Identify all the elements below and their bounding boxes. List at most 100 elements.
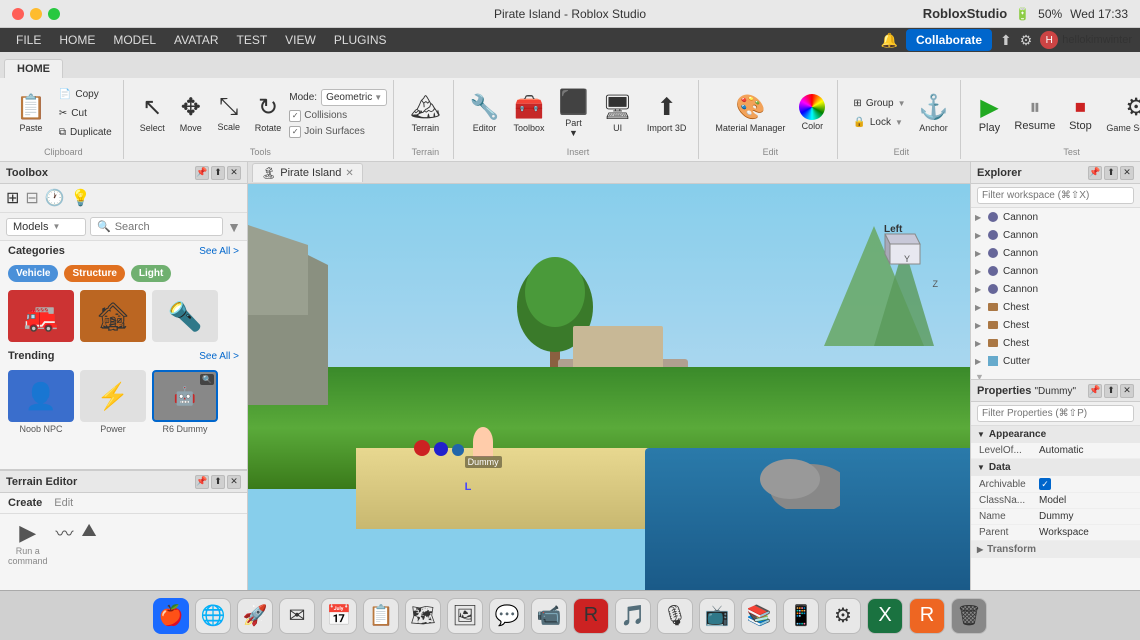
see-all-trending[interactable]: See All > — [199, 351, 239, 362]
list-item[interactable]: ▶ Chest — [971, 298, 1140, 316]
appearance-section[interactable]: ▼ Appearance — [971, 426, 1140, 443]
taskbar-appstore[interactable]: 📱 — [783, 598, 819, 634]
search-input[interactable] — [115, 221, 216, 233]
mode-dropdown[interactable]: Geometric ▼ — [321, 89, 387, 106]
menu-avatar[interactable]: AVATAR — [166, 31, 226, 49]
view-indicator[interactable]: Left — [870, 214, 930, 274]
data-section[interactable]: ▼ Data — [971, 459, 1140, 476]
transform-section[interactable]: ▶ Transform — [971, 541, 1140, 558]
asset-noob-npc[interactable]: 👤 Noob NPC — [8, 370, 74, 434]
taskbar-finder[interactable]: 🍎 — [153, 598, 189, 634]
menu-test[interactable]: TEST — [228, 31, 275, 49]
taskbar-tv[interactable]: 📺 — [699, 598, 735, 634]
category-light[interactable]: Light — [131, 265, 171, 282]
list-item[interactable]: ▶ Cannon — [971, 244, 1140, 262]
models-dropdown[interactable]: Models ▼ — [6, 218, 86, 236]
taskbar-launchpad[interactable]: 🚀 — [237, 598, 273, 634]
terrain-tab-edit[interactable]: Edit — [54, 497, 73, 509]
taskbar-maps[interactable]: 🗺 — [405, 598, 441, 634]
terrain-tool-2[interactable]: 〰 — [56, 520, 74, 566]
tab-close-icon[interactable]: ✕ — [345, 168, 353, 179]
properties-float-button[interactable]: ⬆ — [1104, 384, 1118, 398]
terrain-close-button[interactable]: ✕ — [227, 475, 241, 489]
resume-button[interactable]: ⏸ Resume — [1009, 83, 1060, 143]
taskbar-calendar[interactable]: 📅 — [321, 598, 357, 634]
anchor-button[interactable]: ⚓ Anchor — [913, 83, 955, 143]
taskbar-settings[interactable]: ⚙ — [825, 598, 861, 634]
menu-view[interactable]: VIEW — [277, 31, 324, 49]
asset-power[interactable]: ⚡ Power — [80, 370, 146, 434]
taskbar-photos[interactable]: 🖼 — [447, 598, 483, 634]
rotate-button[interactable]: ↻ Rotate — [249, 83, 288, 143]
properties-pin-button[interactable]: 📌 — [1088, 384, 1102, 398]
list-item[interactable]: ▶ Chest — [971, 334, 1140, 352]
taskbar-messages[interactable]: 💬 — [489, 598, 525, 634]
tab-light-icon[interactable]: 💡 — [71, 188, 91, 208]
asset-r6-dummy[interactable]: 🤖 🔍 R6 Dummy — [152, 370, 218, 434]
explorer-filter-input[interactable] — [977, 187, 1134, 204]
game-settings-button[interactable]: ⚙ Game Settings — [1100, 83, 1140, 143]
explorer-close-button[interactable]: ✕ — [1120, 166, 1134, 180]
paste-button[interactable]: 📋 Paste — [10, 83, 52, 143]
ui-button[interactable]: 🖥 UI — [596, 83, 638, 143]
list-item[interactable]: ▶ Cutter — [971, 352, 1140, 370]
taskbar-extra1[interactable]: R — [909, 598, 945, 634]
taskbar-trash[interactable]: 🗑 — [951, 598, 987, 634]
explorer-float-button[interactable]: ⬆ — [1104, 166, 1118, 180]
close-button[interactable] — [12, 8, 24, 20]
terrain-button[interactable]: 🏔 Terrain — [404, 83, 446, 143]
stop-button[interactable]: ⏹ Stop — [1062, 83, 1098, 143]
menu-home[interactable]: HOME — [51, 31, 103, 49]
taskbar-books[interactable]: 📚 — [741, 598, 777, 634]
editor-button[interactable]: 🔧 Editor — [464, 83, 506, 143]
share-icon[interactable]: ⬆ — [1000, 32, 1012, 49]
toolbox-float-button[interactable]: ⬆ — [211, 166, 225, 180]
terrain-tab-create[interactable]: Create — [8, 497, 42, 509]
taskbar-roblox[interactable]: R — [573, 598, 609, 634]
minimize-button[interactable] — [30, 8, 42, 20]
category-light-thumb[interactable]: 🔦 — [152, 290, 218, 342]
tab-home[interactable]: HOME — [4, 59, 63, 78]
tab-models-icon[interactable]: ⊞ — [6, 188, 19, 208]
terrain-tool-3[interactable]: ⛰ — [82, 520, 97, 566]
archivable-checkbox[interactable]: ✓ — [1039, 478, 1051, 490]
copy-button[interactable]: 📄 Copy — [54, 86, 117, 103]
viewport-scene[interactable]: Dummy L Left — [248, 184, 970, 590]
taskbar-excel[interactable]: X — [867, 598, 903, 634]
taskbar-podcasts[interactable]: 🎙 — [657, 598, 693, 634]
see-all-categories[interactable]: See All > — [199, 246, 239, 257]
list-item[interactable]: ▶ Cannon — [971, 262, 1140, 280]
toolbox-pin-button[interactable]: 📌 — [195, 166, 209, 180]
move-button[interactable]: ✥ Move — [173, 83, 209, 143]
collaborate-button[interactable]: Collaborate — [906, 29, 992, 51]
menu-file[interactable]: FILE — [8, 31, 49, 49]
filter-icon[interactable]: ▼ — [227, 219, 241, 235]
material-manager-button[interactable]: 🎨 Material Manager — [709, 83, 791, 143]
taskbar-notes[interactable]: 📋 — [363, 598, 399, 634]
properties-close-button[interactable]: ✕ — [1120, 384, 1134, 398]
import3d-button[interactable]: ⬆ Import 3D — [641, 83, 693, 143]
taskbar-facetime[interactable]: 📹 — [531, 598, 567, 634]
pirate-island-tab[interactable]: 🏝 Pirate Island ✕ — [252, 163, 363, 182]
category-vehicle[interactable]: Vehicle — [8, 265, 58, 282]
category-structure[interactable]: Structure — [64, 265, 124, 282]
settings-icon[interactable]: ⚙ — [1020, 32, 1033, 49]
collisions-checkbox[interactable]: ✓ — [289, 110, 301, 122]
taskbar-safari[interactable]: 🌐 — [195, 598, 231, 634]
color-button[interactable]: Color — [793, 83, 831, 143]
lock-button[interactable]: 🔒 Lock ▼ — [848, 114, 910, 131]
properties-filter-input[interactable] — [977, 405, 1134, 422]
maximize-button[interactable] — [48, 8, 60, 20]
notification-icon[interactable]: 🔔 — [881, 32, 898, 49]
list-item[interactable]: ▶ Cannon — [971, 208, 1140, 226]
list-item[interactable]: ▶ Cannon — [971, 226, 1140, 244]
select-button[interactable]: ↖ Select — [134, 83, 171, 143]
taskbar-music[interactable]: 🎵 — [615, 598, 651, 634]
terrain-run-command[interactable]: ▶ Run a command — [8, 520, 48, 566]
toolbox-close-button[interactable]: ✕ — [227, 166, 241, 180]
list-item[interactable]: ▶ Cannon — [971, 280, 1140, 298]
duplicate-button[interactable]: ⧉ Duplicate — [54, 124, 117, 141]
scale-button[interactable]: ⤡ Scale — [211, 83, 247, 143]
cut-button[interactable]: ✂ Cut — [54, 105, 117, 122]
part-button[interactable]: ⬛ Part▼ — [553, 83, 595, 143]
